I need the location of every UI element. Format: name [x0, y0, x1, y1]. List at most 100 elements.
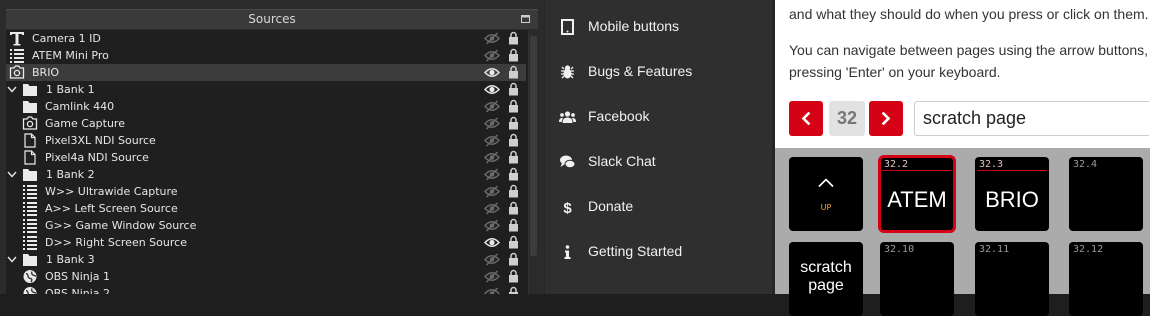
bank-button[interactable]: 32.2 ATEM	[878, 155, 956, 233]
lock-icon[interactable]	[508, 150, 519, 164]
bank-button[interactable]: 32.3 BRIO	[975, 157, 1049, 231]
help-text-line: and what they should do when you press o…	[789, 6, 1149, 22]
companion-sidebar: Mobile buttons Bugs & Features Facebook Sla…	[544, 0, 773, 294]
bank-button[interactable]: 32.11	[975, 242, 1049, 316]
eye-icon[interactable]	[484, 66, 500, 79]
list-icon	[10, 49, 24, 63]
page-name-button[interactable]: scratch page	[789, 242, 863, 316]
eye-slash-icon[interactable]	[484, 287, 500, 294]
source-row[interactable]: 1 Bank 3	[6, 251, 526, 268]
eye-slash-icon[interactable]	[484, 168, 500, 181]
eye-slash-icon[interactable]	[484, 100, 500, 113]
prev-page-button[interactable]	[789, 101, 823, 136]
source-row[interactable]: BRIO	[6, 64, 526, 81]
eye-slash-icon[interactable]	[484, 270, 500, 283]
bank-button[interactable]: 32.12	[1069, 242, 1143, 316]
source-label: W>> Ultrawide Capture	[45, 185, 178, 198]
sidebar-item-donate[interactable]: $ Donate	[545, 192, 773, 222]
source-row[interactable]: W>> Ultrawide Capture	[6, 183, 526, 200]
info-icon	[564, 245, 571, 259]
page-number: 32	[829, 101, 865, 136]
sidebar-item-label: Mobile buttons	[588, 18, 680, 34]
lock-icon[interactable]	[508, 201, 519, 215]
chevron-down-icon[interactable]	[6, 167, 18, 182]
lock-icon[interactable]	[508, 65, 519, 79]
source-row[interactable]: Camlink 440	[6, 98, 526, 115]
lock-icon[interactable]	[508, 218, 519, 232]
text-icon	[10, 32, 24, 46]
bank-id: 32.3	[977, 159, 1047, 171]
source-row[interactable]: A>> Left Screen Source	[6, 200, 526, 217]
lock-icon[interactable]	[508, 82, 519, 96]
lock-icon[interactable]	[508, 286, 519, 294]
sidebar-item-getting-started[interactable]: Getting Started	[545, 237, 773, 267]
eye-slash-icon[interactable]	[484, 151, 500, 164]
source-row[interactable]: Pixel3XL NDI Source	[6, 132, 526, 149]
up-label: UP	[820, 203, 832, 212]
chevron-down-icon[interactable]	[6, 82, 18, 97]
next-page-button[interactable]	[869, 101, 903, 136]
source-row[interactable]: ATEM Mini Pro	[6, 47, 526, 64]
eye-slash-icon[interactable]	[484, 185, 500, 198]
sidebar-item-label: Donate	[588, 198, 634, 214]
source-row[interactable]: D>> Right Screen Source	[6, 234, 526, 251]
sidebar-item-label: Getting Started	[588, 243, 683, 259]
source-label: OBS Ninja 2	[45, 287, 111, 294]
eye-icon[interactable]	[484, 236, 500, 249]
bank-button[interactable]: 32.4	[1069, 157, 1143, 231]
eye-slash-icon[interactable]	[484, 32, 500, 45]
eye-slash-icon[interactable]	[484, 134, 500, 147]
sidebar-item-mobile-buttons[interactable]: Mobile buttons	[545, 12, 773, 42]
source-row[interactable]: Pixel4a NDI Source	[6, 149, 526, 166]
eye-slash-icon[interactable]	[484, 202, 500, 215]
bank-id: 32.12	[1073, 244, 1104, 255]
undock-icon[interactable]	[521, 15, 530, 23]
lock-icon[interactable]	[508, 99, 519, 113]
eye-slash-icon[interactable]	[484, 117, 500, 130]
lock-icon[interactable]	[508, 252, 519, 266]
source-row[interactable]: G>> Game Window Source	[6, 217, 526, 234]
users-icon	[559, 111, 576, 123]
source-label: BRIO	[32, 66, 60, 79]
source-row[interactable]: OBS Ninja 2	[6, 285, 526, 294]
sources-scrollbar[interactable]	[528, 30, 538, 294]
lock-icon[interactable]	[508, 48, 519, 62]
chevron-up-icon	[818, 178, 834, 188]
source-row[interactable]: Game Capture	[6, 115, 526, 132]
lock-icon[interactable]	[508, 184, 519, 198]
source-row[interactable]: 1 Bank 1	[6, 81, 526, 98]
bank-id: 32.11	[979, 244, 1010, 255]
lock-icon[interactable]	[508, 235, 519, 249]
sidebar-item-bugs-features[interactable]: Bugs & Features	[545, 57, 773, 87]
lock-icon[interactable]	[508, 269, 519, 283]
eye-slash-icon[interactable]	[484, 49, 500, 62]
bank-button[interactable]: 32.10	[880, 242, 954, 316]
lock-icon[interactable]	[508, 167, 519, 181]
source-row[interactable]: 1 Bank 2	[6, 166, 526, 183]
eye-slash-icon[interactable]	[484, 253, 500, 266]
eye-slash-icon[interactable]	[484, 219, 500, 232]
lock-icon[interactable]	[508, 116, 519, 130]
folder-icon	[23, 169, 37, 181]
globe-icon	[23, 287, 37, 294]
chevron-down-icon[interactable]	[6, 252, 18, 267]
bug-icon	[561, 65, 574, 79]
lock-icon[interactable]	[508, 133, 519, 147]
sidebar-item-label: Bugs & Features	[588, 63, 693, 79]
up-button[interactable]: UP	[789, 157, 863, 231]
help-text-line: pressing 'Enter' on your keyboard.	[789, 64, 1001, 80]
sidebar-item-slack-chat[interactable]: Slack Chat	[545, 147, 773, 177]
bank-id: 32.4	[1073, 159, 1098, 170]
obs-sources-dock: Sources OBS Ninja 2 OBS Ninja 1 1 Bank 3 D>…	[0, 0, 544, 294]
source-row[interactable]: Camera 1 ID	[6, 30, 526, 47]
source-row[interactable]: OBS Ninja 1	[6, 268, 526, 285]
eye-icon[interactable]	[484, 83, 500, 96]
lock-icon[interactable]	[508, 31, 519, 45]
bank-text: ATEM	[887, 187, 947, 212]
source-label: G>> Game Window Source	[45, 219, 197, 232]
button-grid: UP 32.2 ATEM 32.3 BRIO 32.4 scratch page 32.10 3…	[775, 148, 1150, 316]
sidebar-item-facebook[interactable]: Facebook	[545, 102, 773, 132]
scrollbar-thumb[interactable]	[530, 36, 537, 256]
source-label: Camera 1 ID	[32, 32, 101, 45]
page-name-input[interactable]	[914, 101, 1149, 136]
